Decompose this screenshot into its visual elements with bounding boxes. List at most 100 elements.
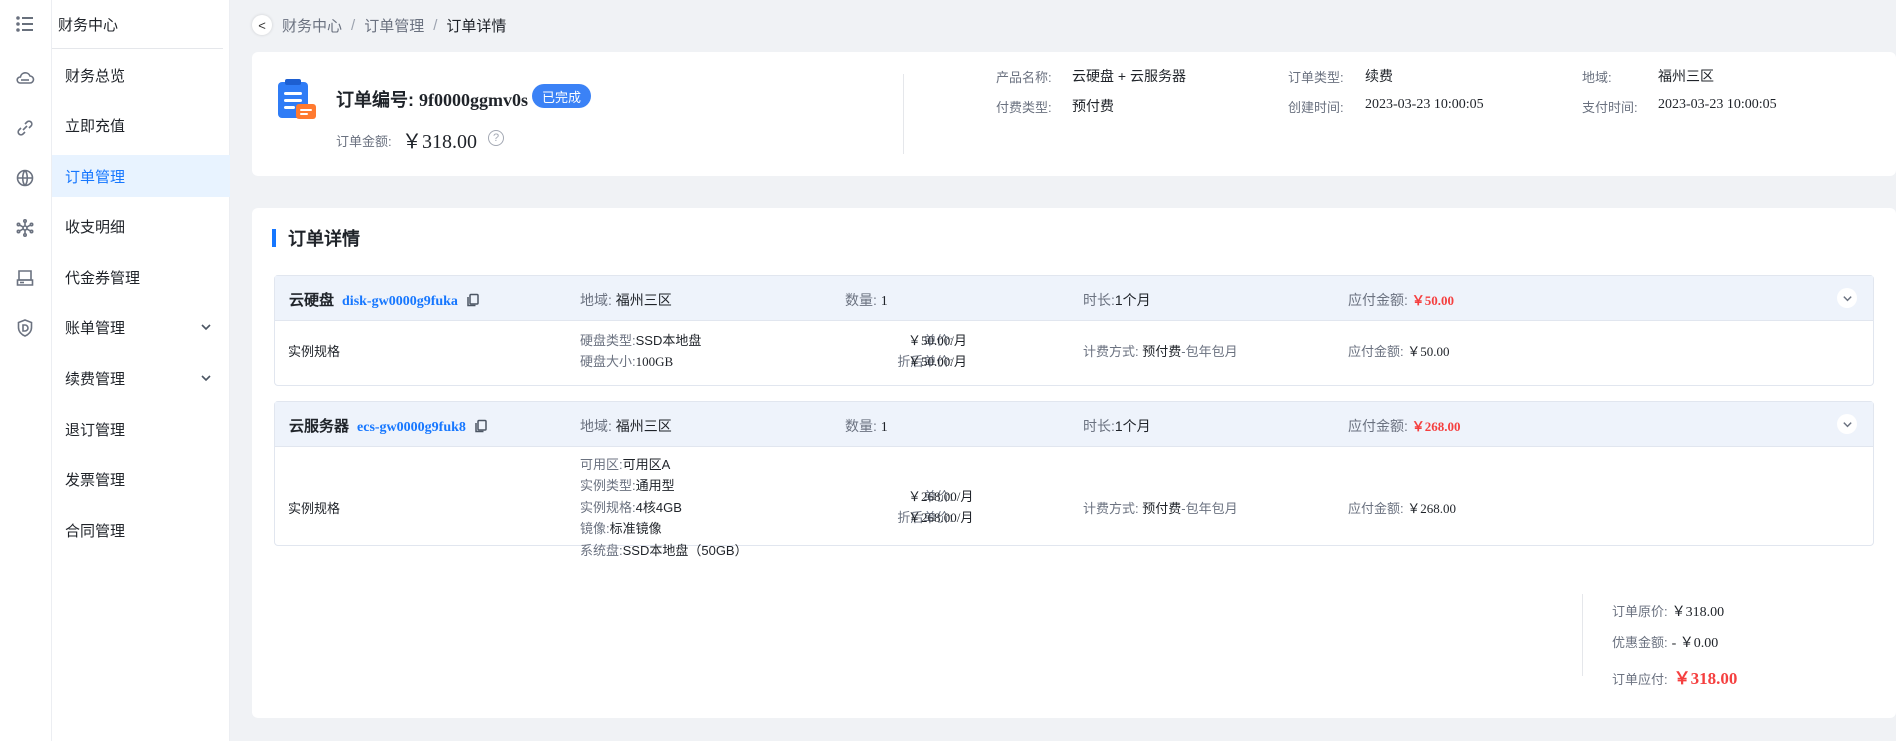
created-time-value: 2023-03-23 10:00:05 <box>1365 97 1484 112</box>
spec-label: 实例规格 <box>288 501 341 516</box>
pay-type-value: 预付费 <box>1072 98 1114 114</box>
sidebar-item-bills[interactable]: 账单管理 <box>52 306 230 348</box>
sidebar-item-renewals[interactable]: 续费管理 <box>52 357 230 399</box>
shield-icon[interactable] <box>14 317 36 339</box>
spec-row: 实例规格:4核4GB <box>580 499 682 515</box>
totals-divider <box>1582 594 1583 676</box>
region-label: 地域: <box>1582 70 1612 85</box>
billing-method: 计费方式: 预付费-包年包月 <box>1083 344 1238 359</box>
item-region: 地域: 福州三区 <box>580 418 672 434</box>
resource-name: 云硬盘 disk-gw0000g9fuka <box>289 289 480 310</box>
back-button[interactable]: < <box>252 15 272 35</box>
spec-row: 硬盘类型:SSD本地盘 <box>580 333 702 348</box>
menu-icon[interactable] <box>14 13 36 35</box>
sidebar-item-recharge[interactable]: 立即充值 <box>52 104 230 146</box>
sidebar-item-label: 账单管理 <box>65 319 126 337</box>
discount-amount: 优惠金额: - ￥0.00 <box>1612 635 1719 651</box>
order-amount-value: ￥318.00 <box>402 131 477 153</box>
spec-row: 硬盘大小:100GB <box>580 354 674 369</box>
unit-price-value: ￥268.00/月 <box>908 489 974 504</box>
sidebar-item-vouchers[interactable]: 代金券管理 <box>52 256 230 298</box>
item-duration: 时长:1个月 <box>1083 292 1151 308</box>
chevron-down-icon <box>200 320 212 332</box>
row-payable: 应付金额: ￥268.00 <box>1348 501 1457 516</box>
cloud-icon[interactable] <box>14 67 36 89</box>
item-quantity: 数量: 1 <box>845 418 888 435</box>
sidebar-item-invoices[interactable]: 发票管理 <box>52 458 230 500</box>
order-number-value: 9f0000ggmv0s <box>419 90 529 110</box>
spec-label: 实例规格 <box>288 344 341 359</box>
order-detail-card: 订单详情 云硬盘 disk-gw0000g9fuka 地域: 福州三区 数量: 1… <box>252 208 1896 718</box>
spec-list: 可用区:可用区A 实例类型:通用型 实例规格:4核4GB 镜像:标准镜像 系统盘… <box>580 454 748 561</box>
created-time-label: 创建时间: <box>1288 100 1344 115</box>
copy-icon[interactable] <box>466 293 480 307</box>
spec-row: 镜像:标准镜像 <box>580 521 662 537</box>
item-duration: 时长:1个月 <box>1083 418 1151 434</box>
chevron-down-icon[interactable] <box>1837 414 1857 434</box>
discount-price-value: ￥50.00/月 <box>908 354 967 369</box>
paid-time-label: 支付时间: <box>1582 100 1638 115</box>
order-type-label: 订单类型: <box>1288 70 1344 85</box>
spec-row: 实例类型:通用型 <box>580 478 675 494</box>
discount-price-value: ￥268.00/月 <box>908 510 974 525</box>
sidebar-item-label: 立即充值 <box>65 117 126 135</box>
summary-divider <box>903 74 904 154</box>
help-icon[interactable]: ? <box>488 130 504 146</box>
chevron-down-icon <box>200 371 212 383</box>
paid-time-value: 2023-03-23 10:00:05 <box>1658 97 1777 112</box>
sidebar-item-unsubscribe[interactable]: 退订管理 <box>52 408 230 450</box>
order-summary-card: 订单编号: 9f0000ggmv0s 已完成 订单金额: ￥318.00 ? 产… <box>252 52 1896 176</box>
breadcrumb-item-finance[interactable]: 财务中心 <box>282 15 342 36</box>
sidebar-item-contracts[interactable]: 合同管理 <box>52 509 230 551</box>
pay-type-label: 付费类型: <box>996 100 1052 115</box>
sidebar-item-orders[interactable]: 订单管理 <box>52 155 230 197</box>
order-type-value: 续费 <box>1365 68 1393 84</box>
amount-due: 订单应付: ￥318.00 <box>1612 669 1738 688</box>
item-payable: 应付金额: ￥268.00 <box>1348 418 1461 434</box>
breadcrumb-separator: / <box>433 16 438 34</box>
region-value: 福州三区 <box>1658 68 1714 84</box>
storage-icon[interactable] <box>14 267 36 289</box>
unit-price-value: ￥50.00/月 <box>908 333 967 348</box>
item-quantity: 数量: 1 <box>845 292 888 309</box>
order-item-header: 云硬盘 disk-gw0000g9fuka 地域: 福州三区 数量: 1 时长:1… <box>275 276 1873 321</box>
resource-id[interactable]: ecs-gw0000g9fuk8 <box>357 420 466 435</box>
sidebar-item-label: 财务总览 <box>65 67 126 85</box>
sidebar-item-label: 代金券管理 <box>65 269 141 287</box>
item-payable: 应付金额: ￥50.00 <box>1348 292 1455 308</box>
original-price: 订单原价: ￥318.00 <box>1612 604 1725 620</box>
breadcrumb-item-orders[interactable]: 订单管理 <box>364 15 424 36</box>
sidebar-item-overview[interactable]: 财务总览 <box>52 54 230 96</box>
sidebar-item-label: 合同管理 <box>65 522 126 540</box>
order-amount-label: 订单金额: <box>336 134 392 149</box>
order-item-disk: 云硬盘 disk-gw0000g9fuka 地域: 福州三区 数量: 1 时长:1… <box>274 275 1874 386</box>
network-icon[interactable] <box>14 217 36 239</box>
order-item-server: 云服务器 ecs-gw0000g9fuk8 地域: 福州三区 数量: 1 时长:1… <box>274 401 1874 558</box>
order-number-label: 订单编号: <box>336 90 414 110</box>
sidebar-item-transactions[interactable]: 收支明细 <box>52 205 230 247</box>
sidebar-title: 财务中心 <box>58 17 119 34</box>
link-icon[interactable] <box>14 117 36 139</box>
sidebar: 财务中心 财务总览 立即充值 订单管理 收支明细 代金券管理 账单管理 续费管理… <box>52 0 230 741</box>
icon-rail <box>0 0 52 741</box>
item-region: 地域: 福州三区 <box>580 292 672 308</box>
order-document-icon <box>276 78 318 122</box>
sidebar-divider <box>52 48 223 49</box>
order-number: 订单编号: 9f0000ggmv0s <box>336 86 528 112</box>
price-values: ￥268.00/月 ￥268.00/月 <box>908 486 973 528</box>
billing-method: 计费方式: 预付费-包年包月 <box>1083 501 1238 516</box>
breadcrumb-item-current: 订单详情 <box>446 17 507 35</box>
sidebar-item-label: 发票管理 <box>65 471 126 489</box>
copy-icon[interactable] <box>474 419 488 433</box>
sidebar-item-label: 退订管理 <box>65 421 126 439</box>
row-payable: 应付金额: ￥50.00 <box>1348 344 1450 359</box>
spec-row: 可用区:可用区A <box>580 457 671 472</box>
product-value: 云硬盘 + 云服务器 <box>1072 68 1186 84</box>
sidebar-item-label: 收支明细 <box>65 218 126 236</box>
globe-icon[interactable] <box>14 167 36 189</box>
order-item-header: 云服务器 ecs-gw0000g9fuk8 地域: 福州三区 数量: 1 时长:1… <box>275 402 1873 447</box>
resource-id[interactable]: disk-gw0000g9fuka <box>342 294 458 309</box>
sidebar-item-label: 续费管理 <box>65 370 126 388</box>
spec-list: 硬盘类型:SSD本地盘 硬盘大小:100GB <box>580 330 701 372</box>
chevron-down-icon[interactable] <box>1837 288 1857 308</box>
